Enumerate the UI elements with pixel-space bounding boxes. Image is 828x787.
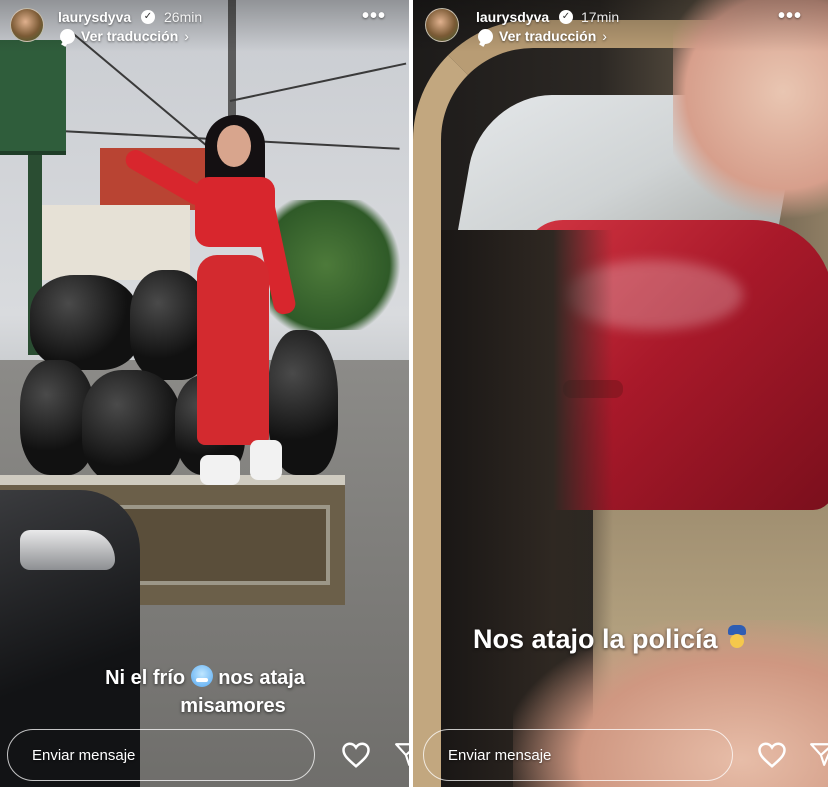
trash-bag — [30, 275, 140, 370]
speech-bubble-icon — [60, 28, 75, 44]
avatar[interactable] — [425, 8, 459, 42]
speech-bubble-icon — [478, 28, 493, 44]
verified-badge-icon: ✓ — [141, 10, 155, 24]
story-panel-left[interactable]: laurysdyva ✓ 26min Ver traducción › ••• … — [0, 0, 409, 787]
story-caption: Nos atajo la policía — [473, 624, 748, 655]
username[interactable]: laurysdyva — [58, 9, 131, 25]
white-building — [40, 205, 190, 280]
see-translation-button[interactable]: Ver traducción › — [60, 27, 189, 45]
police-officer-emoji — [726, 625, 748, 651]
paper-plane-icon[interactable] — [394, 741, 409, 767]
send-message-input[interactable]: Enviar mensaje — [423, 729, 733, 781]
chevron-right-icon: › — [602, 28, 607, 44]
username[interactable]: laurysdyva — [476, 9, 549, 25]
more-horizontal-icon[interactable]: ••• — [778, 6, 802, 26]
green-awning — [0, 40, 66, 155]
more-horizontal-icon[interactable]: ••• — [362, 6, 386, 26]
verified-badge-icon: ✓ — [559, 10, 573, 24]
avatar[interactable] — [10, 8, 44, 42]
send-message-placeholder: Enviar mensaje — [448, 746, 552, 764]
see-translation-label: Ver traducción — [81, 28, 179, 44]
send-message-input[interactable]: Enviar mensaje — [7, 729, 315, 781]
see-translation-button[interactable]: Ver traducción › — [478, 27, 607, 45]
paper-plane-icon[interactable] — [809, 741, 828, 767]
trash-bag — [82, 370, 182, 485]
heart-icon[interactable] — [341, 741, 371, 769]
story-photo-right — [413, 0, 828, 787]
story-caption: Ni el frío nos ataja misamores — [105, 665, 305, 717]
chevron-right-icon: › — [184, 28, 189, 44]
story-time: 26min — [164, 9, 203, 25]
story-panel-right[interactable]: laurysdyva ✓ 17min Ver traducción › ••• … — [413, 0, 828, 787]
woman-in-red — [122, 115, 298, 485]
story-header: laurysdyva ✓ 26min Ver traducción › ••• — [0, 0, 409, 52]
cold-face-emoji — [190, 665, 213, 687]
heart-icon[interactable] — [757, 741, 787, 769]
see-translation-label: Ver traducción — [499, 28, 597, 44]
send-message-placeholder: Enviar mensaje — [32, 746, 136, 764]
story-time: 17min — [581, 9, 620, 25]
story-header: laurysdyva ✓ 17min Ver traducción › ••• — [413, 0, 828, 52]
